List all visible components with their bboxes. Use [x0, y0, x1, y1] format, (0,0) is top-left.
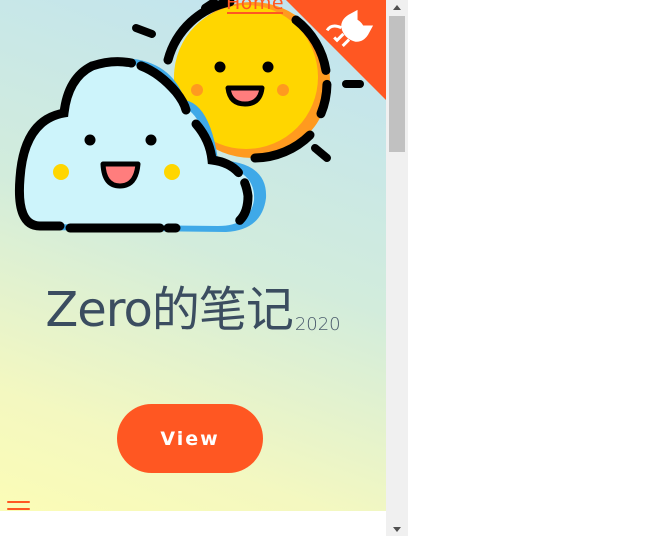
- site-title: Zero的笔记 2020: [0, 270, 386, 340]
- triangle-down-icon[interactable]: [386, 522, 408, 536]
- triangle-up-icon[interactable]: [386, 0, 408, 14]
- content-area: [0, 511, 386, 536]
- site-version: 2020: [294, 314, 341, 335]
- github-corner[interactable]: [286, 0, 386, 100]
- view-button[interactable]: View: [117, 404, 263, 473]
- page-viewport: Home Zero的笔记 2020 View: [0, 0, 386, 511]
- scrollbar-thumb[interactable]: [389, 16, 405, 152]
- vertical-scrollbar[interactable]: [386, 0, 408, 536]
- nav-home-link[interactable]: Home: [225, 0, 285, 14]
- hamburger-icon[interactable]: [7, 498, 31, 511]
- site-title-text: Zero的笔记: [45, 282, 293, 338]
